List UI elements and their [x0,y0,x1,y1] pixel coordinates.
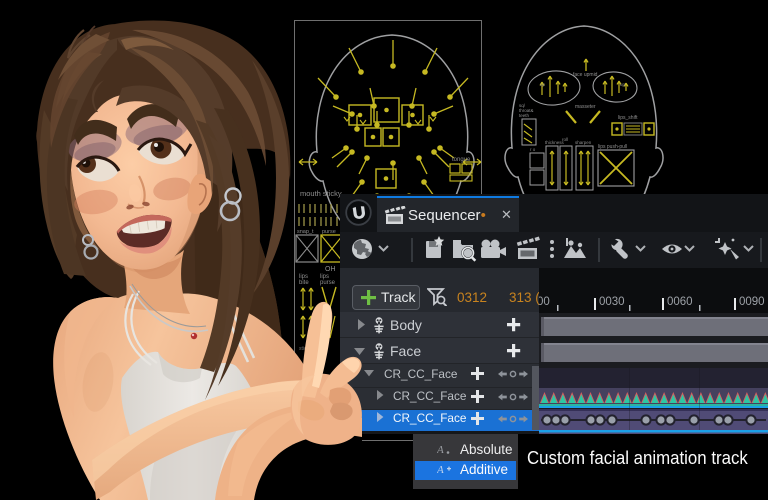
svg-text:A: A [437,464,444,475]
svg-text:A: A [437,444,444,455]
